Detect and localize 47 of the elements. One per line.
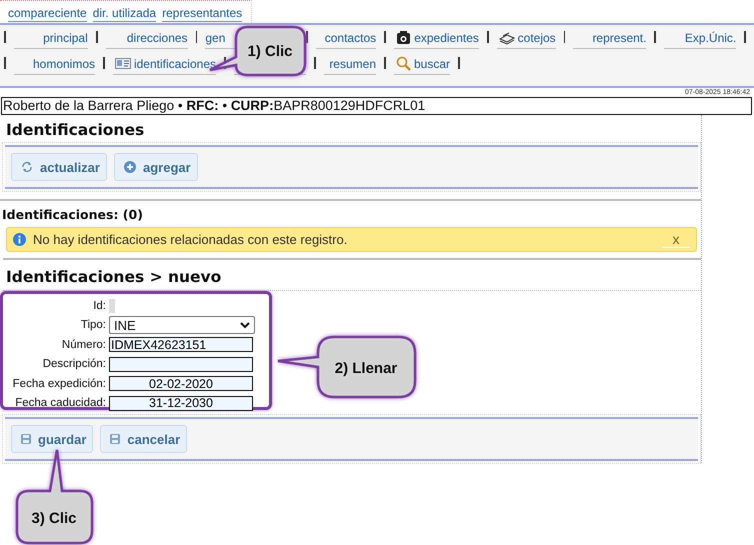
input-field[interactable] xyxy=(109,356,253,372)
tab[interactable]: cotejos xyxy=(498,29,556,46)
cancel-button[interactable]: cancelar xyxy=(100,425,188,453)
field-label: Descripción: xyxy=(42,358,107,370)
save-button[interactable]: guardar xyxy=(11,425,94,453)
field-label: Fecha expedición: xyxy=(12,378,107,390)
field-label: Número: xyxy=(60,338,107,351)
readonly-field xyxy=(109,298,115,313)
type-dropdown[interactable]: INE xyxy=(109,316,255,334)
record-header: Roberto de la Barrera Pliego • RFC: • CURP:BAPR800129HDFCRL01 xyxy=(1,97,752,115)
tab[interactable]: principal xyxy=(43,29,88,46)
callout-tooltip: 3) Clic xyxy=(14,448,95,545)
section-title: Identificaciones xyxy=(5,120,146,141)
add-button[interactable]: agregar xyxy=(114,153,198,181)
callout-tooltip: 2) Llenar xyxy=(276,335,418,400)
tab[interactable]: resumen xyxy=(329,55,376,72)
alert-message: No hay identificaciones relacionadas con este registro. xyxy=(33,232,348,247)
field-label: Tipo: xyxy=(80,319,107,332)
tab[interactable]: expedientes xyxy=(396,29,479,46)
tab[interactable]: identificaciones xyxy=(114,55,216,72)
tab[interactable]: homonimos xyxy=(32,55,95,72)
papers-icon xyxy=(498,30,515,45)
chevron-icon xyxy=(240,322,250,329)
search-icon xyxy=(396,56,411,71)
refresh-icon xyxy=(20,160,34,174)
date-field[interactable]: 31-12-2030 xyxy=(109,396,253,411)
date-field[interactable]: 02-02-2020 xyxy=(109,376,253,392)
tab[interactable]: buscar xyxy=(396,55,450,72)
field-label: Id: xyxy=(92,300,107,312)
tab[interactable]: Exp.Únic. xyxy=(684,29,736,46)
field-label: Fecha caducidad: xyxy=(14,397,107,410)
info-icon xyxy=(13,233,26,246)
add-icon xyxy=(122,160,137,174)
input-field[interactable]: IDMEX42623151 xyxy=(109,337,253,352)
refresh-button[interactable]: actualizar xyxy=(11,153,107,181)
camera-icon xyxy=(396,30,412,45)
nav-link[interactable]: dir. utilizada xyxy=(92,6,156,22)
form-title: Identificaciones > nuevo xyxy=(3,258,701,291)
nav-link[interactable]: representantes xyxy=(162,6,242,22)
nav-link[interactable]: compareciente xyxy=(8,6,87,22)
tab[interactable]: direcciones xyxy=(126,29,188,46)
save-icon xyxy=(109,433,122,445)
id-card-icon xyxy=(114,56,131,71)
save-icon xyxy=(20,433,32,445)
tab[interactable]: contactos xyxy=(324,29,376,46)
close-button[interactable]: x xyxy=(662,231,690,248)
tab[interactable]: represent. xyxy=(592,29,646,46)
